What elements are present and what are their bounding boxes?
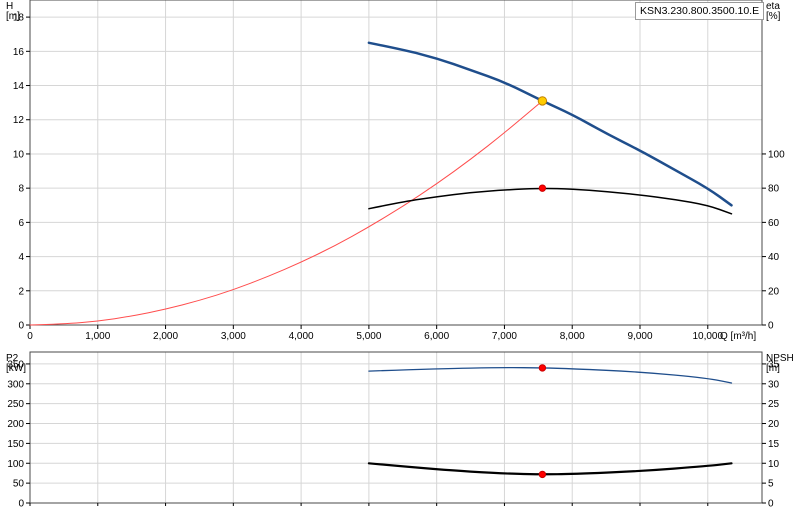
x-tick-label: 0	[27, 331, 33, 342]
y-right-tick-label: 25	[768, 399, 780, 410]
y-left-tick-label: 14	[13, 81, 25, 92]
y-right-tick-label: 40	[768, 252, 780, 263]
duty-point-marker	[538, 364, 547, 372]
y-left-tick-label: 150	[7, 439, 24, 450]
y-right-tick-label: 0	[768, 321, 774, 332]
y-right-tick-label: 0	[768, 499, 774, 510]
x-tick-label: 2,000	[153, 331, 178, 342]
y-right-tick-label: 10	[768, 459, 780, 470]
y-left-tick-label: 0	[18, 499, 24, 510]
pump-model-label: KSN3.230.800.3500.10.E	[635, 2, 765, 20]
x-tick-label: 7,000	[492, 331, 517, 342]
y-left-tick-label: 250	[7, 399, 24, 410]
y-left-tick-label: 0	[18, 321, 24, 332]
y-left-tick-label: 50	[13, 479, 25, 490]
y-right-tick-label: 100	[768, 149, 785, 160]
y-left-tick-label: 200	[7, 419, 24, 430]
y-left-tick-label: 300	[7, 379, 24, 390]
duty-point-marker	[538, 470, 547, 479]
x-axis-label: Q [m³/h]	[720, 331, 756, 342]
duty-point-marker	[537, 96, 548, 106]
y-left-tick-label: 8	[18, 184, 24, 195]
y-right-tick-label: 20	[768, 419, 780, 430]
power-npsh-panel: 05010015020025030035005101520253035P2[kW…	[6, 351, 794, 510]
y-right-tick-label: 60	[768, 218, 780, 229]
x-tick-label: 8,000	[560, 331, 585, 342]
x-tick-label: 1,000	[85, 331, 110, 342]
x-tick-label: 6,000	[424, 331, 449, 342]
y-right-tick-label: 80	[768, 184, 780, 195]
x-tick-label: 9,000	[627, 331, 652, 342]
head-efficiency-panel: 024681012141618020406080100H[m]eta[%]0 1,…	[6, 0, 785, 342]
y-left-tick-label: 2	[18, 286, 24, 297]
y-right-axis-unit: [m]	[766, 363, 780, 374]
y-left-tick-label: 100	[7, 459, 24, 470]
y-left-tick-label: 10	[13, 149, 25, 160]
duty-point-marker	[538, 184, 547, 192]
y-left-tick-label: 12	[13, 115, 25, 126]
y-left-tick-label: 16	[13, 47, 25, 58]
y-left-tick-label: 4	[18, 252, 24, 263]
x-tick-label: 4,000	[289, 331, 314, 342]
y-right-tick-label: 20	[768, 286, 780, 297]
x-tick-label: 5,000	[356, 331, 381, 342]
y-left-axis-unit: [m]	[6, 11, 20, 22]
y-left-axis-unit: [kW]	[6, 363, 26, 374]
y-right-axis-unit: [%]	[766, 11, 781, 22]
x-tick-label: 3,000	[221, 331, 246, 342]
y-right-tick-label: 15	[768, 439, 780, 450]
y-left-tick-label: 6	[18, 218, 24, 229]
plot-area	[30, 352, 762, 503]
x-tick-label: 10,000	[692, 331, 723, 342]
y-right-tick-label: 30	[768, 379, 780, 390]
pump-performance-chart: 024681012141618020406080100H[m]eta[%]0 1,…	[6, 0, 794, 510]
y-right-tick-label: 5	[768, 479, 774, 490]
